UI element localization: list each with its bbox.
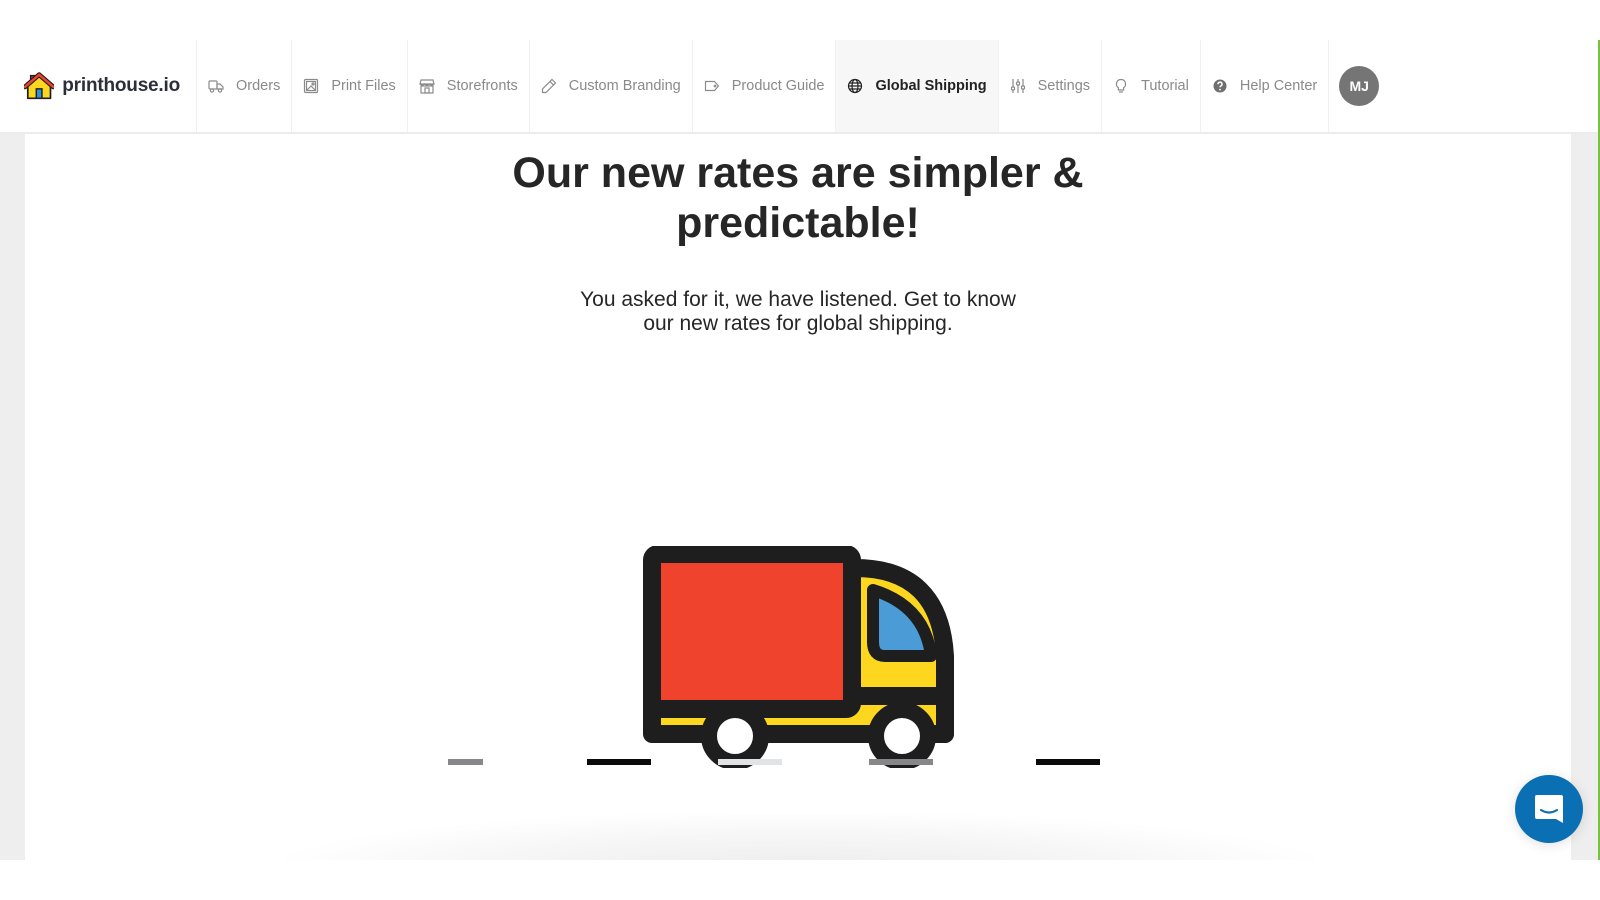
chat-launcher-button[interactable] <box>1515 775 1583 843</box>
nav-label: Product Guide <box>731 78 825 94</box>
tag-icon <box>704 78 720 94</box>
house-icon <box>24 72 55 100</box>
content-shadow <box>285 814 1315 860</box>
pencil-icon <box>541 78 557 94</box>
chat-bubble-icon <box>1535 795 1563 823</box>
nav-item-global-shipping[interactable]: Global Shipping <box>835 40 998 132</box>
subtitle-line-2: our new rates for global shipping. <box>643 312 953 335</box>
road-dash <box>869 759 933 765</box>
shipping-announcement-card: Our new rates are simpler & predictable!… <box>25 134 1571 860</box>
user-menu[interactable]: MJ <box>1329 40 1389 132</box>
nav-label: Storefronts <box>446 78 518 94</box>
nav-label: Help Center <box>1239 78 1318 94</box>
nav-item-product-guide[interactable]: Product Guide <box>691 40 836 132</box>
headline-line-2: predictable! <box>676 199 920 247</box>
road-dash <box>1036 759 1100 765</box>
nav-label: Custom Branding <box>568 78 681 94</box>
question-circle-icon <box>1212 78 1228 94</box>
brand[interactable]: printhouse.io <box>0 40 196 132</box>
avatar[interactable]: MJ <box>1339 66 1380 106</box>
page-title: Our new rates are simpler & predictable! <box>25 148 1571 248</box>
truck-front-wheel <box>868 702 936 768</box>
nav-label: Print Files <box>331 78 396 94</box>
image-icon <box>303 78 319 94</box>
truck-rear-wheel <box>701 702 769 768</box>
lightbulb-icon <box>1113 78 1129 94</box>
nav-label: Orders <box>236 78 281 94</box>
truck-icon <box>208 78 224 94</box>
sliders-icon <box>1010 78 1026 94</box>
subtitle-line-1: You asked for it, we have listened. Get … <box>580 288 1016 311</box>
delivery-truck-illustration <box>643 546 954 768</box>
nav-item-custom-branding[interactable]: Custom Branding <box>528 40 692 132</box>
nav-item-storefronts[interactable]: Storefronts <box>406 40 529 132</box>
nav-label: Settings <box>1037 78 1091 94</box>
headline-line-1: Our new rates are simpler & <box>512 149 1084 197</box>
road-dash <box>718 759 782 765</box>
nav-item-settings[interactable]: Settings <box>997 40 1101 132</box>
nav-item-tutorial[interactable]: Tutorial <box>1101 40 1200 132</box>
nav-label: Tutorial <box>1141 78 1189 94</box>
nav-label: Global Shipping <box>875 78 987 94</box>
truck-cargo <box>643 546 861 718</box>
road-dash <box>448 759 483 765</box>
road-dash <box>587 759 651 765</box>
page-subtitle: You asked for it, we have listened. Get … <box>25 288 1571 336</box>
nav-item-orders[interactable]: Orders <box>196 40 291 132</box>
nav-item-print-files[interactable]: Print Files <box>291 40 406 132</box>
brand-name: printhouse.io <box>62 75 180 96</box>
top-navigation: printhouse.io Orders Print Files Storefr… <box>0 40 1598 134</box>
nav-item-help-center[interactable]: Help Center <box>1199 40 1330 132</box>
store-icon <box>419 78 435 94</box>
globe-icon <box>847 78 863 94</box>
